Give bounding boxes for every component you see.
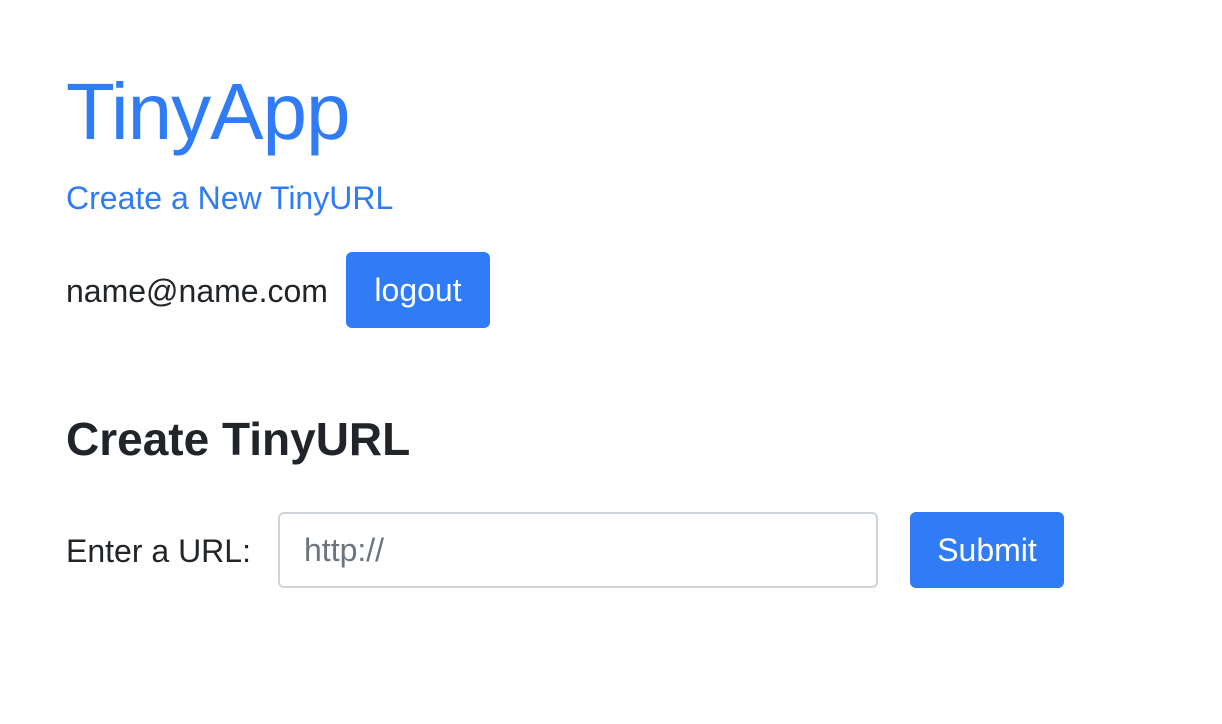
user-email: name@name.com bbox=[66, 273, 328, 309]
create-new-tinyurl-link[interactable]: Create a New TinyURL bbox=[66, 179, 393, 217]
logout-button[interactable]: logout bbox=[346, 252, 490, 328]
page-title: Create TinyURL bbox=[66, 413, 411, 465]
app-title-link[interactable]: TinyApp bbox=[66, 64, 351, 160]
submit-button[interactable]: Submit bbox=[910, 512, 1064, 588]
url-field-label: Enter a URL: bbox=[66, 533, 251, 569]
url-input[interactable] bbox=[278, 512, 878, 588]
